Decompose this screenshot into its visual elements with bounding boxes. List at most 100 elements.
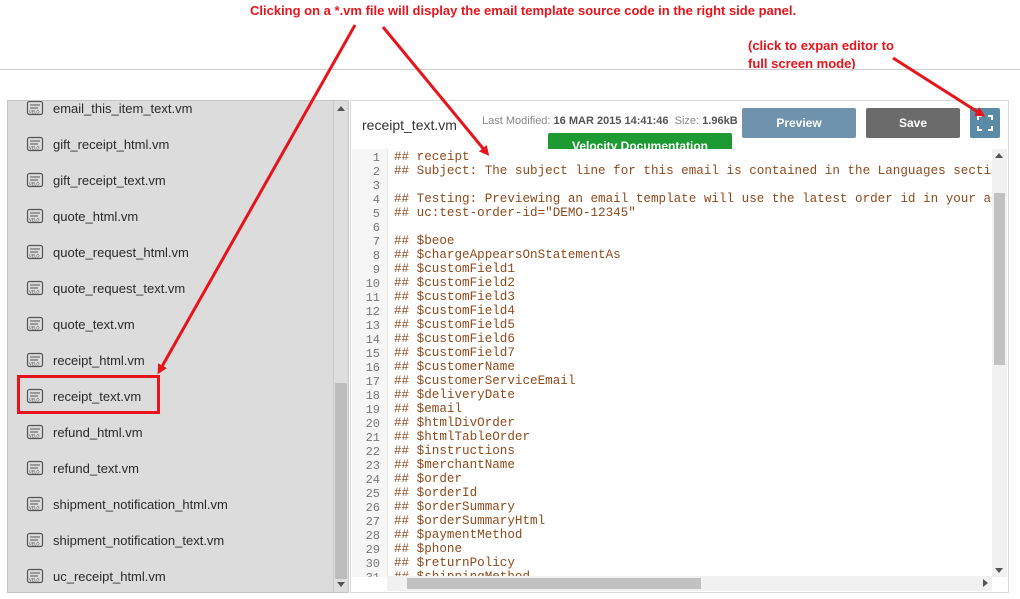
code-line: ## $beoe xyxy=(394,234,455,248)
file-list-item-label: gift_receipt_html.vm xyxy=(53,136,170,152)
file-list-item[interactable]: VELO shipment_notification_text.vm xyxy=(8,522,334,558)
editor-horizontal-thumb[interactable] xyxy=(407,578,701,589)
file-list-item[interactable]: VELO gift_receipt_html.vm xyxy=(8,126,334,162)
code-line: ## $customField1 xyxy=(394,262,515,276)
file-list-item[interactable]: VELO quote_text.vm xyxy=(8,306,334,342)
code-line: ## $order xyxy=(394,472,463,486)
code-editor[interactable]: 1 2 3 4 5 6 7 8 9 10 11 12 13 14 15 16 17 18 19 20 21 22 23 24 2… xyxy=(352,149,993,577)
velocity-file-icon: VELO xyxy=(26,244,44,260)
line-number: 30 xyxy=(365,557,380,571)
velocity-file-icon: VELO xyxy=(26,352,44,368)
file-meta: Last Modified: 16 MAR 2015 14:41:46 Size… xyxy=(482,115,738,127)
svg-text:VELO: VELO xyxy=(29,218,40,223)
velocity-file-icon: VELO xyxy=(26,460,44,476)
code-line: ## $deliveryDate xyxy=(394,388,515,402)
code-line: ## $chargeAppearsOnStatementAs xyxy=(394,248,621,262)
save-button[interactable]: Save xyxy=(866,108,960,138)
code-line: ## $customerName xyxy=(394,360,515,374)
svg-text:VELO: VELO xyxy=(29,506,40,511)
velocity-file-icon: VELO xyxy=(26,316,44,332)
code-line: ## $customField7 xyxy=(394,346,515,360)
file-list-item[interactable]: VELO shipment_notification_html.vm xyxy=(8,486,334,522)
svg-text:VELO: VELO xyxy=(29,254,40,259)
scroll-down-arrow-icon[interactable] xyxy=(995,568,1003,573)
line-number: 15 xyxy=(365,347,380,361)
editor-file-name: receipt_text.vm xyxy=(362,117,457,133)
line-number: 10 xyxy=(365,277,380,291)
file-list-item-label: quote_request_html.vm xyxy=(53,244,189,260)
svg-text:VELO: VELO xyxy=(29,434,40,439)
file-list-item[interactable]: VELO uc_receipt_html.vm xyxy=(8,558,334,592)
svg-text:VELO: VELO xyxy=(29,182,40,187)
scroll-up-arrow-icon[interactable] xyxy=(995,153,1003,158)
line-number: 4 xyxy=(372,193,380,207)
velocity-file-icon: VELO xyxy=(26,136,44,152)
svg-text:VELO: VELO xyxy=(29,470,40,475)
expand-fullscreen-icon xyxy=(977,115,993,131)
velocity-file-icon: VELO xyxy=(26,101,44,116)
file-list-item[interactable]: VELO email_this_item_text.vm xyxy=(8,100,334,126)
velocity-file-icon: VELO xyxy=(26,424,44,440)
screenshot-stage: Clicking on a *.vm file will display the… xyxy=(0,0,1020,599)
code-line: ## $htmlTableOrder xyxy=(394,430,531,444)
editor-horizontal-scrollbar[interactable] xyxy=(387,576,992,591)
file-list-item-label: quote_request_text.vm xyxy=(53,280,186,296)
line-number: 8 xyxy=(372,249,380,263)
file-list-item-label: receipt_html.vm xyxy=(53,352,145,368)
line-number: 29 xyxy=(365,543,380,557)
file-list-item[interactable]: VELO quote_html.vm xyxy=(8,198,334,234)
file-list-item-label: refund_text.vm xyxy=(53,460,139,476)
line-number: 6 xyxy=(372,221,380,235)
line-number: 5 xyxy=(372,207,380,221)
editor-vertical-thumb[interactable] xyxy=(994,193,1005,365)
line-number: 28 xyxy=(365,529,380,543)
code-line: ## Testing: Previewing an email template… xyxy=(394,192,993,206)
line-number: 25 xyxy=(365,487,380,501)
file-list-item[interactable]: VELO quote_request_html.vm xyxy=(8,234,334,270)
file-list-item-label: refund_html.vm xyxy=(53,424,143,440)
size-value: 1.96kB xyxy=(702,115,738,127)
line-number: 22 xyxy=(365,445,380,459)
editor-vertical-scrollbar[interactable] xyxy=(992,149,1007,577)
expand-fullscreen-button[interactable] xyxy=(970,108,1000,138)
file-list-item[interactable]: VELO refund_text.vm xyxy=(8,450,334,486)
file-list-item-label: shipment_notification_html.vm xyxy=(53,496,228,512)
velocity-file-icon: VELO xyxy=(26,496,44,512)
svg-text:VELO: VELO xyxy=(29,578,40,583)
scroll-right-arrow-icon[interactable] xyxy=(983,579,988,587)
code-line: ## $paymentMethod xyxy=(394,528,523,542)
file-list-item[interactable]: VELO receipt_html.vm xyxy=(8,342,334,378)
file-list-scroll-thumb[interactable] xyxy=(335,383,347,579)
file-list-panel[interactable]: VELO email_this_item_text.vm VELO gift_rece… xyxy=(7,100,349,593)
scroll-down-arrow-icon[interactable] xyxy=(337,582,345,587)
code-line: ## $email xyxy=(394,402,463,416)
file-list-scrollbar[interactable] xyxy=(333,101,348,592)
file-list-item[interactable]: VELO gift_receipt_text.vm xyxy=(8,162,334,198)
line-number: 13 xyxy=(365,319,380,333)
line-number-gutter: 1 2 3 4 5 6 7 8 9 10 11 12 13 14 15 16 17 18 19 20 21 22 23 24 2… xyxy=(352,149,388,577)
code-line: ## Subject: The subject line for this em… xyxy=(394,164,993,178)
size-label: Size: xyxy=(674,115,700,127)
code-line: ## $returnPolicy xyxy=(394,556,515,570)
file-list-item-label: quote_html.vm xyxy=(53,208,139,224)
last-modified-value: 16 MAR 2015 14:41:46 xyxy=(553,115,669,127)
code-line: ## $htmlDivOrder xyxy=(394,416,515,430)
line-number: 17 xyxy=(365,375,380,389)
line-number: 19 xyxy=(365,403,380,417)
code-line: ## $customerServiceEmail xyxy=(394,374,576,388)
scroll-up-arrow-icon[interactable] xyxy=(337,106,345,111)
line-number: 2 xyxy=(372,165,380,179)
file-list-item[interactable]: VELO quote_request_text.vm xyxy=(8,270,334,306)
annotation-expand: (click to expan editor to full screen mo… xyxy=(748,37,894,73)
line-number: 12 xyxy=(365,305,380,319)
code-line: ## $customField3 xyxy=(394,290,515,304)
preview-button[interactable]: Preview xyxy=(742,108,856,138)
svg-text:VELO: VELO xyxy=(29,362,40,367)
velocity-file-icon: VELO xyxy=(26,280,44,296)
velocity-documentation-button[interactable]: Velocity Documentation xyxy=(548,133,732,149)
line-number: 1 xyxy=(372,151,380,165)
file-list-item-label: email_this_item_text.vm xyxy=(53,100,193,116)
line-number: 3 xyxy=(372,179,380,193)
file-list-item[interactable]: VELO refund_html.vm xyxy=(8,414,334,450)
code-line: ## $customField2 xyxy=(394,276,515,290)
